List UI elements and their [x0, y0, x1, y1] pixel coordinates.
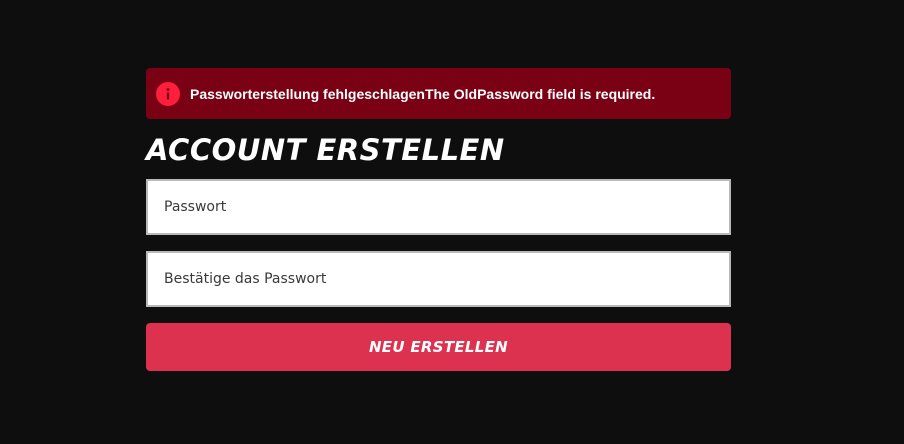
- create-account-button[interactable]: NEU ERSTELLEN: [146, 323, 731, 371]
- info-icon: [156, 81, 180, 106]
- error-message: Passworterstellung fehlgeschlagenThe Old…: [190, 85, 656, 102]
- create-account-form: Passworterstellung fehlgeschlagenThe Old…: [146, 68, 731, 371]
- confirm-password-field[interactable]: [146, 251, 731, 307]
- error-alert: Passworterstellung fehlgeschlagenThe Old…: [146, 68, 731, 119]
- page-title: ACCOUNT ERSTELLEN: [146, 133, 505, 167]
- password-field[interactable]: [146, 179, 731, 235]
